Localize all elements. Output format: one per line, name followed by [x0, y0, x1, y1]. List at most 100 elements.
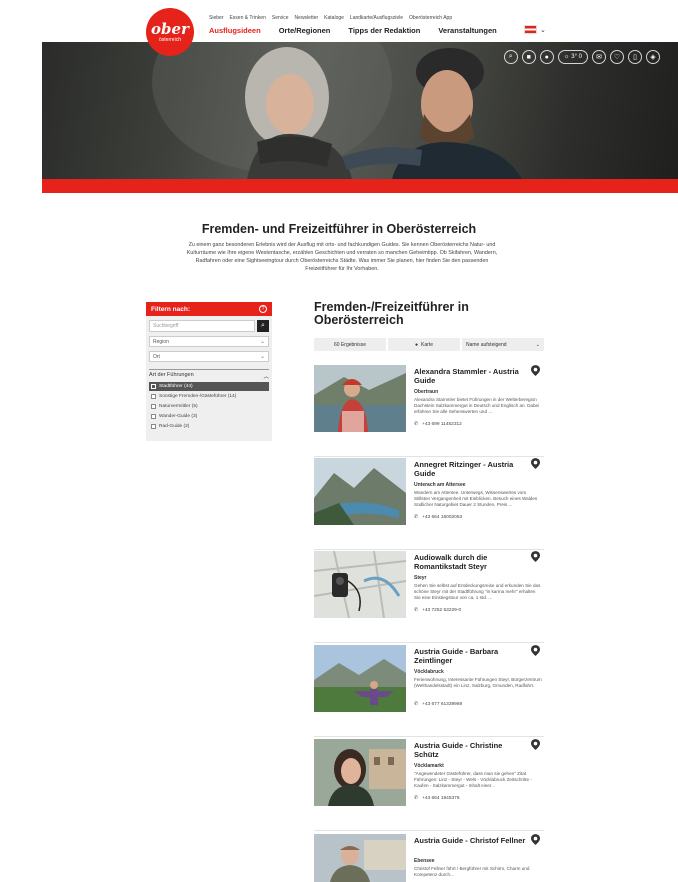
filter-option[interactable]: Naturvermittler (5) — [149, 402, 269, 411]
filter-option-label: Wander-Guide (3) — [159, 414, 198, 419]
filter-panel: Filtern nach: ? Suchbegriff ⌕ Region ⌄ O… — [146, 302, 272, 441]
checkbox[interactable] — [151, 394, 156, 399]
location-pin-icon[interactable] — [531, 458, 540, 469]
guide-location: Steyr — [414, 575, 427, 581]
search-icon[interactable]: ⌕ — [503, 50, 518, 64]
ort-select[interactable]: Ort ⌄ — [149, 351, 269, 362]
guide-photo — [314, 365, 406, 432]
brand-logo[interactable]: ober österreich — [146, 8, 194, 56]
checkbox[interactable] — [151, 424, 156, 429]
region-select[interactable]: Region ⌄ — [149, 336, 269, 347]
region-select-value: Region — [153, 339, 169, 345]
guide-name[interactable]: Austria Guide - Christine Schütz — [414, 741, 526, 759]
filter-option[interactable]: Rad-Guide (2) — [149, 422, 269, 431]
utility-link[interactable]: Service — [272, 15, 289, 21]
filter-option[interactable]: Stadtführer (44) — [149, 382, 269, 391]
chevron-up-icon: ︿ — [263, 374, 269, 380]
phone-number: +43 664 16002053 — [422, 515, 463, 520]
search-input[interactable]: Suchbegriff — [149, 320, 255, 332]
nav-item-tipps[interactable]: Tipps der Redaktion — [348, 26, 420, 35]
results-count-label: 60 Ergebnisse — [334, 341, 366, 348]
sun-icon: ☼ — [563, 54, 570, 60]
guide-phone[interactable]: ✆ +43 7252 53229-0 — [414, 608, 461, 613]
guide-name[interactable]: Austria Guide - Barbara Zeintlinger — [414, 647, 526, 665]
guide-photo — [314, 645, 406, 712]
phone-number: +43 7252 53229-0 — [422, 608, 462, 613]
location-pin-icon[interactable] — [531, 365, 540, 376]
page-title: Fremden- und Freizeitführer in Oberöster… — [201, 222, 477, 236]
filter-option-label: Rad-Guide (2) — [159, 424, 190, 429]
guide-photo — [314, 551, 406, 618]
filter-option-label: Stadtführer (44) — [159, 384, 193, 389]
guide-description: Alexandra Stammler bietet Führungen in d… — [414, 397, 540, 415]
guide-phone[interactable]: ✆ +43 664 16002053 — [414, 515, 462, 520]
sort-select[interactable]: Name aufsteigend ⌄ — [462, 338, 544, 351]
mobile-icon[interactable]: ▯ — [628, 50, 642, 64]
weather-widget[interactable]: ☼ 3° 0 — [557, 50, 588, 64]
filter-option-label: Sonstige Fremden-/Gästeführer (14) — [159, 394, 237, 399]
mail-icon[interactable]: ✉ — [592, 50, 606, 64]
filter-header-label: Filtern nach: — [151, 305, 191, 313]
language-switcher[interactable]: ⌄ — [524, 25, 546, 34]
category-toggle[interactable]: Art der Führungen ︿ — [149, 372, 269, 380]
guide-phone[interactable]: ✆ +43 664 1845376 — [414, 796, 460, 801]
list-item[interactable]: Audiowalk durch die Romantikstadt Steyr … — [314, 551, 544, 643]
guide-name[interactable]: Alexandra Stammler - Austria Guide — [414, 367, 526, 385]
checkbox[interactable] — [151, 384, 156, 389]
hero-image: ⌕ ■ ● ☼ 3° 0 ✉ ♡ ▯ ◈ — [42, 42, 678, 179]
heart-icon[interactable]: ♡ — [610, 50, 624, 64]
location-pin-icon[interactable] — [531, 834, 540, 845]
nav-item-veranstaltungen[interactable]: Veranstaltungen — [438, 26, 496, 35]
guide-location: Obertraun — [414, 389, 439, 395]
category-label: Art der Führungen — [149, 372, 194, 378]
camera-icon[interactable]: ■ — [521, 50, 536, 64]
help-icon[interactable]: ? — [259, 305, 267, 313]
utility-link[interactable]: Newsletter — [295, 15, 319, 21]
nav-item-orte-regionen[interactable]: Orte/Regionen — [279, 26, 331, 35]
utility-link[interactable]: Oberösterreich App — [409, 15, 452, 21]
guide-phone[interactable]: ✆ +43 677 61339969 — [414, 702, 462, 707]
location-icon[interactable]: ● — [539, 50, 554, 64]
chevron-down-icon: ⌄ — [535, 341, 540, 348]
intro-text: Zu einem ganz besonderen Erlebnis wird d… — [186, 242, 498, 272]
list-item[interactable]: Alexandra Stammler - Austria Guide Obert… — [314, 365, 544, 457]
nav-item-ausflugsideen[interactable]: Ausflugsideen — [209, 26, 261, 35]
location-pin-icon[interactable] — [531, 551, 540, 562]
guide-name[interactable]: Annegret Ritzinger - Austria Guide — [414, 460, 526, 478]
guide-description: Wandern am Attersee. Unterwegs, Wissensw… — [414, 490, 538, 508]
location-pin-icon[interactable] — [531, 739, 540, 750]
guide-phone[interactable]: ✆ +43 699 11452312 — [414, 422, 462, 427]
results-title: Fremden-/Freizeitführer in Oberösterreic… — [314, 300, 469, 327]
list-item[interactable]: Austria Guide - Barbara Zeintlinger Vöck… — [314, 645, 544, 737]
search-button[interactable]: ⌕ — [257, 320, 269, 332]
chevron-down-icon: ⌄ — [540, 26, 546, 34]
results-toolbar: 60 Ergebnisse ● Karte Name aufsteigend ⌄ — [314, 338, 544, 351]
guide-location: Ebensee — [414, 858, 435, 864]
hero-toolbar: ⌕ ■ ● ☼ 3° 0 ✉ ♡ ▯ ◈ — [503, 50, 660, 64]
list-item[interactable]: Annegret Ritzinger - Austria Guide Unter… — [314, 458, 544, 550]
utility-link[interactable]: Kataloge — [324, 15, 344, 21]
checkbox[interactable] — [151, 404, 156, 409]
utility-link[interactable]: Essen & Trinken — [229, 15, 265, 21]
sort-label: Name aufsteigend — [466, 341, 507, 348]
logo-text: ober — [151, 19, 189, 38]
map-label: Karte — [421, 341, 433, 348]
utility-link[interactable]: Landkarte/Ausflugsziele — [350, 15, 403, 21]
phone-icon: ✆ — [414, 515, 419, 520]
filter-option[interactable]: Wander-Guide (3) — [149, 412, 269, 421]
filter-option[interactable]: Sonstige Fremden-/Gästeführer (14) — [149, 392, 269, 401]
map-button[interactable]: ● Karte — [388, 338, 460, 351]
compass-icon[interactable]: ◈ — [646, 50, 660, 64]
list-item[interactable]: Austria Guide - Christine Schütz Vöcklam… — [314, 739, 544, 831]
hero-red-bar — [42, 179, 678, 193]
filter-option-label: Naturvermittler (5) — [159, 404, 198, 409]
guide-photo-image — [314, 365, 406, 432]
checkbox[interactable] — [151, 414, 156, 419]
guide-name[interactable]: Audiowalk durch die Romantikstadt Steyr — [414, 553, 526, 571]
location-pin-icon[interactable] — [531, 645, 540, 656]
results-count: 60 Ergebnisse — [314, 338, 386, 351]
guide-name[interactable]: Austria Guide - Christof Fellner — [414, 836, 526, 846]
list-item[interactable]: Austria Guide - Christof Fellner Ebensee… — [314, 834, 544, 882]
utility-link[interactable]: Sieber — [209, 15, 223, 21]
guide-location: Vöcklabruck — [414, 669, 444, 675]
